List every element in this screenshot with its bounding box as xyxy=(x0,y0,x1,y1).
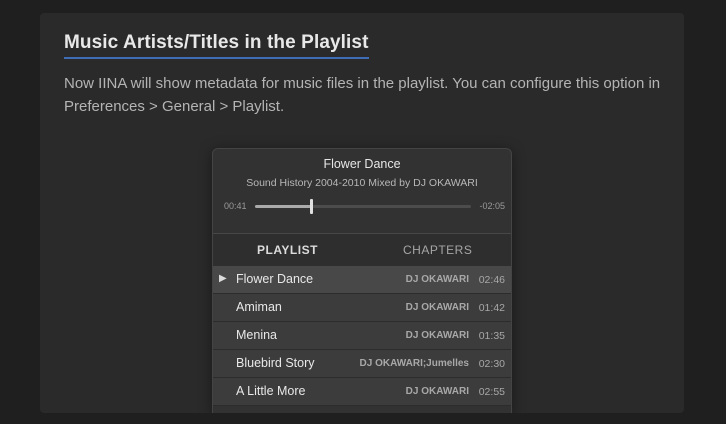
playlist-row[interactable]: A Little More DJ OKAWARI 02:55 xyxy=(213,378,511,406)
playlist-row[interactable]: Amiman DJ OKAWARI 01:42 xyxy=(213,294,511,322)
player-playlist-window: Flower Dance Sound History 2004-2010 Mix… xyxy=(212,148,512,413)
release-note-card: Music Artists/Titles in the Playlist Now… xyxy=(40,13,684,413)
playlist-row-duration: 02:55 xyxy=(478,386,505,398)
section-description: Now IINA will show metadata for music fi… xyxy=(64,75,661,115)
section-heading: Music Artists/Titles in the Playlist xyxy=(64,32,369,59)
seek-slider[interactable] xyxy=(255,199,471,214)
playlist-row-duration: 01:35 xyxy=(478,330,505,342)
playlist-row-artist: DJ OKAWARI xyxy=(405,302,469,313)
playlist-row-artist: DJ OKAWARI xyxy=(405,330,469,341)
playlist-row-title: A Little More xyxy=(236,384,306,398)
remaining-time[interactable]: -02:05 xyxy=(479,201,505,211)
playlist-row-artist: DJ OKAWARI xyxy=(405,386,469,397)
playlist-row[interactable]: Bluebird Story DJ OKAWARI;Jumelles 02:30 xyxy=(213,350,511,378)
playlist-row-title: Amiman xyxy=(236,300,282,314)
seek-knob[interactable] xyxy=(310,199,314,214)
playlist-row-title: Menina xyxy=(236,328,277,342)
playlist-row-duration: 01:42 xyxy=(478,302,505,314)
tab-playlist[interactable]: PLAYLIST xyxy=(257,243,318,257)
play-triangle-icon: ▶ xyxy=(219,273,227,284)
seek-progress-fill xyxy=(255,205,312,208)
tab-chapters[interactable]: CHAPTERS xyxy=(403,243,472,257)
playlist-row-duration: 02:30 xyxy=(478,358,505,370)
playlist-tabs: PLAYLIST CHAPTERS xyxy=(213,233,511,266)
now-playing-subtitle: Sound History 2004-2010 Mixed by DJ OKAW… xyxy=(246,177,478,189)
now-playing-title: Flower Dance xyxy=(323,157,401,171)
playlist-row-title: Bluebird Story xyxy=(236,356,315,370)
playlist-row-duration: 02:46 xyxy=(478,274,505,286)
elapsed-time: 00:41 xyxy=(224,201,247,211)
playlist-row-artist: DJ OKAWARI xyxy=(405,274,469,285)
playlist-row[interactable]: ▶ Flower Dance DJ OKAWARI 02:46 xyxy=(213,266,511,294)
playlist-row-artist: DJ OKAWARI;Jumelles xyxy=(359,358,469,369)
playlist-row-title: Flower Dance xyxy=(236,272,314,286)
playlist-row[interactable]: Menina DJ OKAWARI 01:35 xyxy=(213,322,511,350)
playlist-list: ▶ Flower Dance DJ OKAWARI 02:46 Amiman D… xyxy=(213,266,511,406)
